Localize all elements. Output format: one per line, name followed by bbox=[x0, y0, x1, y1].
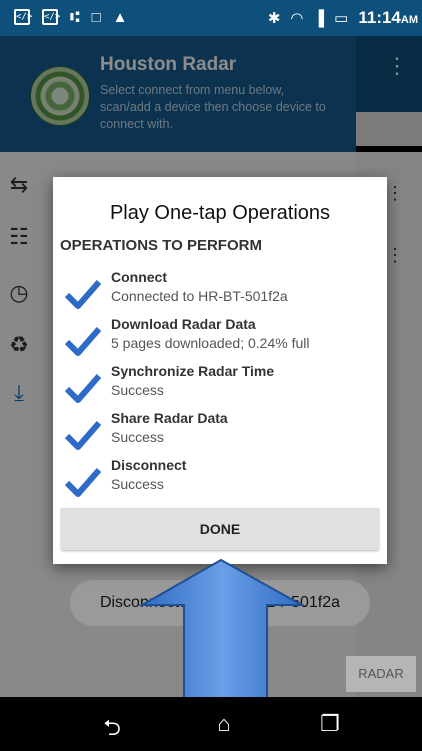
home-icon[interactable]: ⌂ bbox=[210, 711, 238, 739]
back-icon[interactable]: ⮌ bbox=[98, 711, 126, 740]
recents-icon[interactable]: ❐ bbox=[316, 711, 344, 739]
system-nav-bar: ⮌ ⌂ ❐ bbox=[0, 697, 422, 751]
annotation-arrow bbox=[138, 558, 306, 719]
